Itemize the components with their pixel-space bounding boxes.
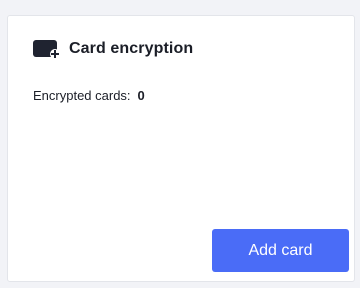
encrypted-cards-stat: Encrypted cards: 0: [33, 88, 145, 103]
card-header: Card encryption: [33, 38, 193, 60]
add-card-button[interactable]: Add card: [212, 229, 349, 272]
encrypted-cards-label: Encrypted cards:: [33, 88, 131, 103]
encrypted-cards-count: 0: [137, 88, 145, 103]
card-title: Card encryption: [69, 40, 194, 57]
card-encryption-panel: Card encryption Encrypted cards: 0 Add c…: [7, 15, 355, 282]
card-add-icon: [33, 39, 60, 59]
